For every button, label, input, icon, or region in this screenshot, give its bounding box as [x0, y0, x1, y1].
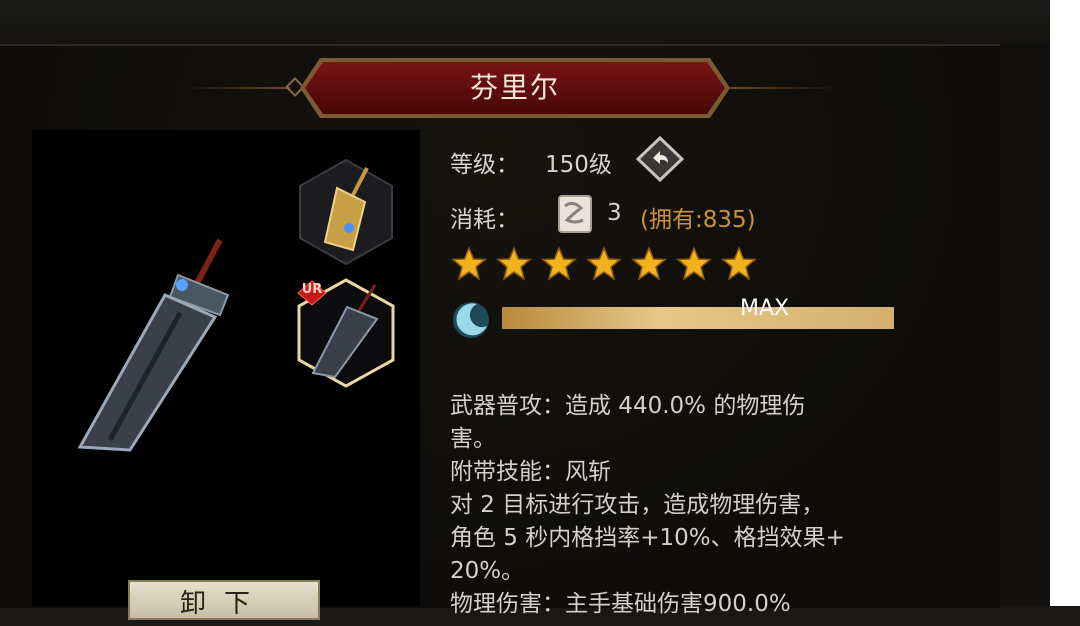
screen-edge [1050, 0, 1080, 606]
star-icon [721, 246, 757, 281]
weapon-name: 芬里尔 [469, 71, 560, 104]
level-label: 等级： [450, 152, 519, 178]
weapon-description: 武器普攻：造成 440.0% 的物理伤 害。附带技能：风斩对 2 目标进行攻击，造… [450, 390, 990, 621]
return-icon[interactable] [636, 136, 684, 182]
star-icon [586, 246, 622, 281]
star-rating [451, 246, 757, 284]
cost-label: 消耗： [450, 207, 519, 233]
title-line-left [185, 87, 290, 89]
title-line-right [730, 87, 835, 89]
description-line: 角色 5 秒内格挡率+10%、格挡效果+ [450, 525, 845, 551]
description-line: 20%。 [450, 558, 525, 584]
rarity-badge: UR [301, 282, 323, 297]
star-icon [676, 246, 712, 281]
description-line: 附带技能：风斩 [450, 459, 611, 485]
panel-edge [1000, 44, 1050, 606]
star-icon [631, 246, 667, 281]
level-value: 150级 [545, 152, 612, 178]
progress-label: MAX [740, 296, 790, 321]
description-line: 害。 [450, 426, 496, 452]
sword-icon [77, 238, 230, 452]
star-icon [496, 246, 532, 281]
scroll-icon [558, 195, 592, 233]
moon-icon [453, 302, 489, 338]
description-line: 对 2 目标进行攻击，造成物理伤害， [450, 492, 825, 518]
upgrade-progress-fill [502, 307, 894, 329]
top-background [0, 0, 1080, 44]
cost-amount: 3 [607, 200, 622, 226]
star-icon [451, 246, 487, 281]
description-line: 武器普攻：造成 440.0% 的物理伤 [450, 393, 806, 419]
star-icon [541, 246, 577, 281]
description-line: 物理伤害：主手基础伤害900.0% [450, 591, 791, 617]
owned-count: (拥有:835) [640, 207, 756, 233]
weapon-skin-slot[interactable] [297, 158, 395, 266]
unequip-button[interactable]: 卸下 [128, 580, 320, 620]
